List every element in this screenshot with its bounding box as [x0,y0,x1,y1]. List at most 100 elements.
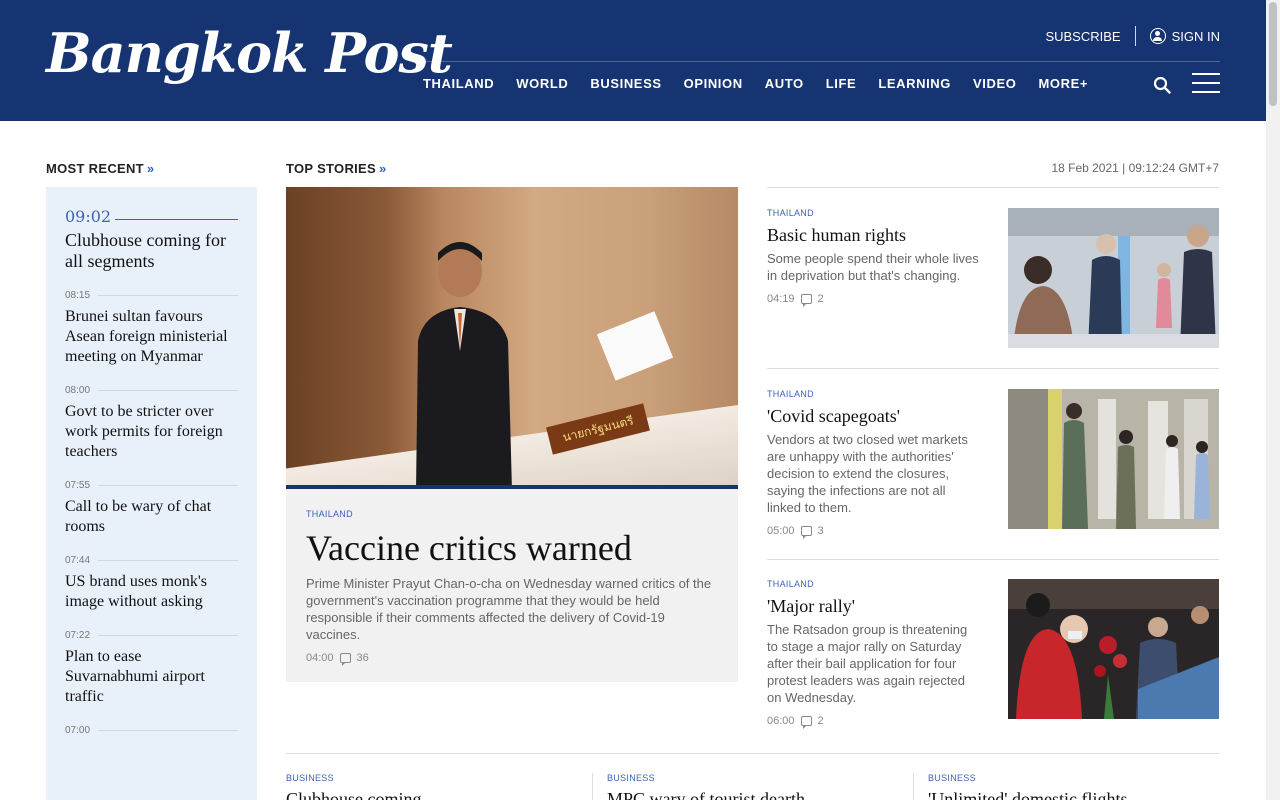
story-card[interactable]: BUSINESS 'Unlimited' domestic flights [928,773,1228,800]
item-title[interactable]: Clubhouse coming for all segments [65,230,238,272]
scrollbar-thumb[interactable] [1269,2,1277,106]
story-card[interactable]: BUSINESS Clubhouse coming [286,773,586,800]
comment-icon[interactable] [800,294,812,307]
story-meta: 05:00 3 [767,525,981,539]
feature-body: THAILAND Vaccine critics warned Prime Mi… [286,489,738,666]
story-headline[interactable]: Clubhouse coming [286,789,586,800]
category-label[interactable]: THAILAND [767,389,981,399]
nav-world[interactable]: WORLD [516,76,568,91]
story-meta: 06:00 2 [767,715,981,729]
comment-count[interactable]: 36 [357,652,369,664]
story-card[interactable]: THAILAND Basic human rights Some people … [767,208,1219,348]
item-time: 07:44 [65,555,238,566]
comment-count[interactable]: 2 [818,293,824,305]
story-thumbnail[interactable] [1008,208,1219,348]
item-title[interactable]: Brunei sultan favours Asean foreign mini… [65,307,238,367]
divider [592,773,593,800]
category-label[interactable]: THAILAND [306,509,718,519]
divider [286,753,1219,754]
story-card[interactable]: THAILAND 'Major rally' The Ratsadon grou… [767,579,1219,729]
list-item[interactable]: 08:00 Govt to be stricter over work perm… [65,385,238,462]
comment-count[interactable]: 3 [818,525,824,537]
comment-icon[interactable] [800,526,812,539]
nav-more[interactable]: MORE+ [1038,76,1088,91]
feature-headline[interactable]: Vaccine critics warned [306,527,718,569]
item-time: 07:55 [65,480,238,491]
story-meta: 04:19 2 [767,293,981,307]
story-time: 05:00 [767,525,795,537]
item-title[interactable]: Govt to be stricter over work permits fo… [65,402,238,462]
story-time: 04:19 [767,293,795,305]
comment-count[interactable]: 2 [818,715,824,727]
nav-auto[interactable]: AUTO [765,76,804,91]
story-headline[interactable]: MPC wary of tourist dearth [607,789,907,800]
most-recent-heading[interactable]: MOST RECENT» [46,161,154,176]
divider [767,559,1219,560]
user-icon [1149,28,1166,44]
list-item[interactable]: 07:44 US brand uses monk's image without… [65,555,238,612]
feature-photo[interactable]: นายกรัฐมนตรี [286,187,738,489]
account-links: SUBSCRIBE SIGN IN [1045,26,1220,46]
most-recent-label: MOST RECENT [46,161,144,176]
category-label[interactable]: BUSINESS [286,773,586,783]
top-stories-label: TOP STORIES [286,161,376,176]
category-label[interactable]: THAILAND [767,579,981,589]
item-title[interactable]: Call to be wary of chat rooms [65,497,238,537]
item-title[interactable]: US brand uses monk's image without askin… [65,572,238,612]
story-summary: The Ratsadon group is threatening to sta… [767,622,968,705]
story-thumbnail[interactable] [1008,579,1219,719]
comment-icon[interactable] [800,716,812,729]
current-date: 18 Feb 2021 | 09:12:24 GMT+7 [1051,161,1219,175]
story-headline[interactable]: 'Major rally' [767,595,981,617]
nav-business[interactable]: BUSINESS [590,76,661,91]
nav-video[interactable]: VIDEO [973,76,1016,91]
story-headline[interactable]: 'Covid scapegoats' [767,405,981,427]
sign-in-link[interactable]: SIGN IN [1149,28,1220,44]
item-time: 07:00 [65,725,238,736]
item-time: 07:22 [65,630,238,641]
chevron-right-icon: » [146,161,155,176]
list-item[interactable]: 07:55 Call to be wary of chat rooms [65,480,238,537]
story-summary: Some people spend their whole lives in d… [767,251,979,283]
item-time: 09:02 [65,207,238,226]
comment-icon[interactable] [339,653,351,666]
list-item[interactable]: 08:15 Brunei sultan favours Asean foreig… [65,290,238,367]
item-time: 08:00 [65,385,238,396]
document-paper [596,311,674,381]
nav-life[interactable]: LIFE [826,76,857,91]
hamburger-menu-icon[interactable] [1192,73,1220,93]
site-logo[interactable]: Bangkok Post [46,18,453,88]
story-card[interactable]: THAILAND 'Covid scapegoats' Vendors at t… [767,389,1219,539]
nav-opinion[interactable]: OPINION [684,76,743,91]
divider [767,187,1219,188]
nav-learning[interactable]: LEARNING [878,76,951,91]
story-time: 06:00 [767,715,795,727]
list-item[interactable]: 07:00 [65,725,238,736]
most-recent-list: 09:02 Clubhouse coming for all segments … [46,187,257,800]
category-label[interactable]: THAILAND [767,208,981,218]
subscribe-link[interactable]: SUBSCRIBE [1045,29,1120,44]
story-meta: 04:00 36 [306,652,718,666]
story-text: THAILAND Basic human rights Some people … [767,208,981,307]
story-time: 04:00 [306,652,334,664]
divider [1134,26,1136,46]
nav-thailand[interactable]: THAILAND [423,76,494,91]
story-thumbnail[interactable] [1008,389,1219,529]
category-label[interactable]: BUSINESS [928,773,1228,783]
item-title[interactable]: Plan to ease Suvarnabhumi airport traffi… [65,647,238,707]
chevron-right-icon: » [379,161,387,176]
story-headline[interactable]: Basic human rights [767,224,981,246]
story-card[interactable]: BUSINESS MPC wary of tourist dearth [607,773,907,800]
search-icon[interactable] [1153,76,1171,94]
divider [913,773,914,800]
page-scrollbar[interactable] [1266,0,1280,800]
item-time: 08:15 [65,290,238,301]
list-item[interactable]: 07:22 Plan to ease Suvarnabhumi airport … [65,630,238,707]
story-summary: Vendors at two closed wet markets are un… [767,432,968,515]
story-headline[interactable]: 'Unlimited' domestic flights [928,789,1228,800]
category-label[interactable]: BUSINESS [607,773,907,783]
list-item[interactable]: 09:02 Clubhouse coming for all segments [65,207,238,272]
divider [767,368,1219,369]
top-story-feature[interactable]: นายกรัฐมนตรี THAILAND Vaccine critics wa… [286,187,738,682]
top-stories-heading[interactable]: TOP STORIES» [286,161,387,176]
